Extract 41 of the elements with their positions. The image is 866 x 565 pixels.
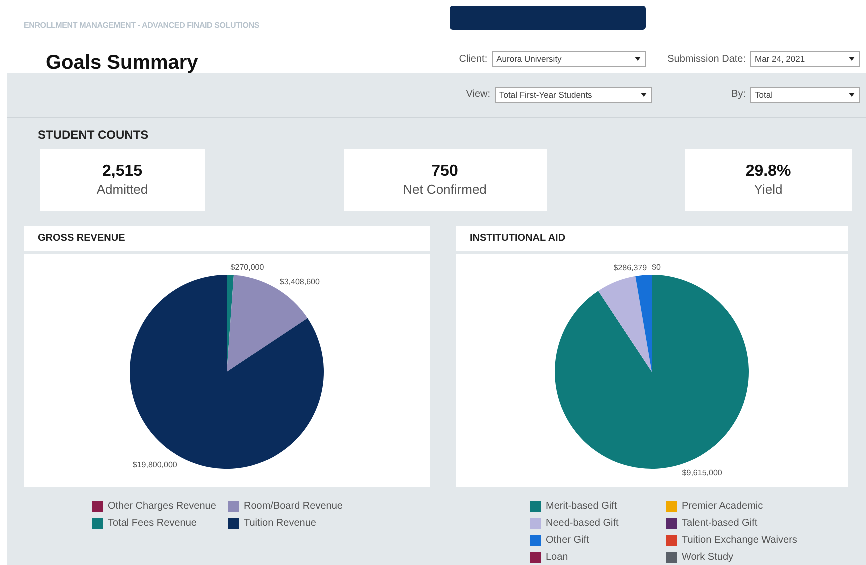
stat-value: 2,515 (102, 162, 143, 182)
dropdown[interactable]: Total First-Year Students (494, 86, 652, 103)
caret-icon (849, 92, 855, 97)
stat-label: Net Confirmed (403, 182, 487, 198)
caret-icon (640, 92, 647, 97)
breadcrumb: ENROLLMENT MANAGEMENT - ADVANCED FINAID SOLUTIONS (24, 20, 260, 32)
caret-icon (634, 57, 641, 61)
legend-label: Tuition Revenue (244, 517, 316, 531)
caret-icon (849, 57, 855, 61)
legend-label: Other Charges Revenue (108, 500, 216, 514)
slice-value-label: $9,615,000 (682, 468, 722, 478)
stat-label: Yield (754, 182, 783, 198)
legend-label: Need-based Gift (546, 517, 619, 531)
dropdown[interactable]: Mar 24, 2021 (750, 51, 860, 67)
slice-value-label: $270,000 (230, 263, 264, 272)
panel-title: GROSS REVENUE (38, 232, 126, 246)
slice-value-label: $0 (652, 263, 661, 272)
dropdown[interactable]: Total (750, 86, 860, 103)
panel-title: INSTITUTIONAL AID (470, 232, 566, 246)
stat-value: 750 (432, 162, 458, 182)
section-title: STUDENT COUNTS (38, 127, 150, 144)
legend-label: Room/Board Revenue (244, 500, 343, 514)
legend-label: Work Study (682, 551, 734, 565)
legend-label: Merit-based Gift (546, 500, 618, 514)
page-title: Goals Summary (46, 51, 198, 76)
legend-label: Talent-based Gift (682, 517, 758, 531)
filter-label: Client: (459, 52, 488, 66)
slice-value-label: $19,800,000 (132, 460, 178, 470)
filter-label: Submission Date: (668, 52, 746, 66)
dropdown[interactable]: Aurora University (492, 51, 646, 67)
slice-value-label: $286,379 (614, 263, 648, 272)
filter-label: View: (466, 88, 491, 102)
stat-value: 29.8% (746, 162, 792, 182)
filter-label: By: (732, 88, 746, 102)
legend-label: Total Fees Revenue (108, 517, 197, 531)
slice-value-label: $3,408,600 (280, 277, 320, 286)
legend-label: Premier Academic (682, 500, 764, 514)
legend-label: Tuition Exchange Waivers (682, 534, 798, 548)
stat-label: Admitted (96, 182, 148, 198)
legend-label: Loan (546, 551, 568, 565)
legend-label: Other Gift (546, 534, 590, 548)
